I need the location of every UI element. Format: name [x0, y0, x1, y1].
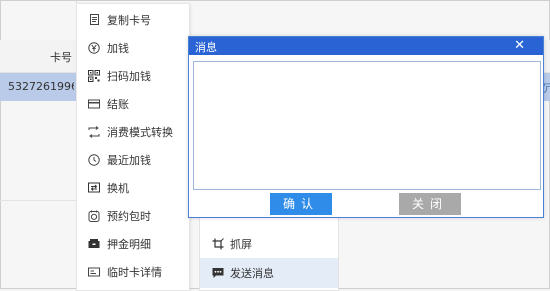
- menu-item-add-money[interactable]: 加钱: [77, 34, 189, 62]
- message-icon: [212, 267, 224, 279]
- message-dialog: 消息 ✕ 确认 关闭: [188, 36, 544, 218]
- copy-icon: [88, 14, 100, 26]
- close-button[interactable]: 关闭: [399, 193, 461, 215]
- menu-item-label: 消费模式转换: [107, 126, 173, 139]
- menu-item-label: 扫码加钱: [107, 70, 151, 83]
- menu-item-recent-add[interactable]: 最近加钱: [77, 146, 189, 174]
- menu-item-change-computer[interactable]: 换机: [77, 174, 189, 202]
- swap-computer-icon: [88, 182, 100, 194]
- menu-item-deposit-detail[interactable]: 押金明细: [77, 230, 189, 258]
- menu-item-label: 最近加钱: [107, 154, 151, 167]
- menu-item-label: 复制卡号: [107, 14, 151, 27]
- card-number-cell: 53272619961: [8, 80, 74, 93]
- confirm-button[interactable]: 确认: [270, 193, 332, 215]
- reserve-icon: [88, 210, 100, 222]
- submenu-item-send-message[interactable]: 发送消息: [200, 258, 338, 288]
- row-partial-text: 冗: [543, 82, 550, 95]
- submenu-item-screenshot[interactable]: 抓屏: [200, 229, 338, 259]
- crop-icon: [212, 238, 224, 250]
- submenu: 抓屏 发送消息: [199, 216, 339, 291]
- switch-icon: [88, 126, 100, 138]
- clock-icon: [88, 154, 100, 166]
- menu-item-label: 押金明细: [107, 238, 151, 251]
- dialog-title: 消息: [195, 41, 217, 54]
- card-column-header: 卡号: [50, 51, 72, 64]
- deposit-icon: [88, 238, 100, 250]
- close-icon[interactable]: ✕: [514, 37, 525, 55]
- menu-item-mode-switch[interactable]: 消费模式转换: [77, 118, 189, 146]
- menu-item-label: 加钱: [107, 42, 129, 55]
- menu-item-scan-add-money[interactable]: 扫码加钱: [77, 62, 189, 90]
- row-divider: [0, 200, 76, 201]
- qr-code-icon: [88, 70, 100, 82]
- menu-item-label: 预约包时: [107, 210, 151, 223]
- menu-item-checkout[interactable]: 结账: [77, 90, 189, 118]
- menu-item-reserve-time[interactable]: 预约包时: [77, 202, 189, 230]
- menu-item-label: 换机: [107, 182, 129, 195]
- menu-item-label: 结账: [107, 98, 129, 111]
- menu-item-copy-card[interactable]: 复制卡号: [77, 6, 189, 34]
- message-textarea[interactable]: [193, 61, 541, 190]
- yen-icon: [88, 42, 100, 54]
- submenu-item-label: 抓屏: [230, 238, 252, 251]
- submenu-item-label: 发送消息: [230, 267, 274, 280]
- menu-item-temp-card-detail[interactable]: 临时卡详情: [77, 258, 189, 286]
- menu-item-label: 临时卡详情: [107, 266, 162, 279]
- dialog-title-bar[interactable]: 消息 ✕: [189, 37, 543, 55]
- context-menu: 复制卡号 加钱 扫码加钱 结账 消费模式转换 最近加钱 换机 预约包时 押金明细…: [76, 3, 190, 291]
- card-icon: [88, 98, 100, 110]
- temp-card-icon: [88, 266, 100, 278]
